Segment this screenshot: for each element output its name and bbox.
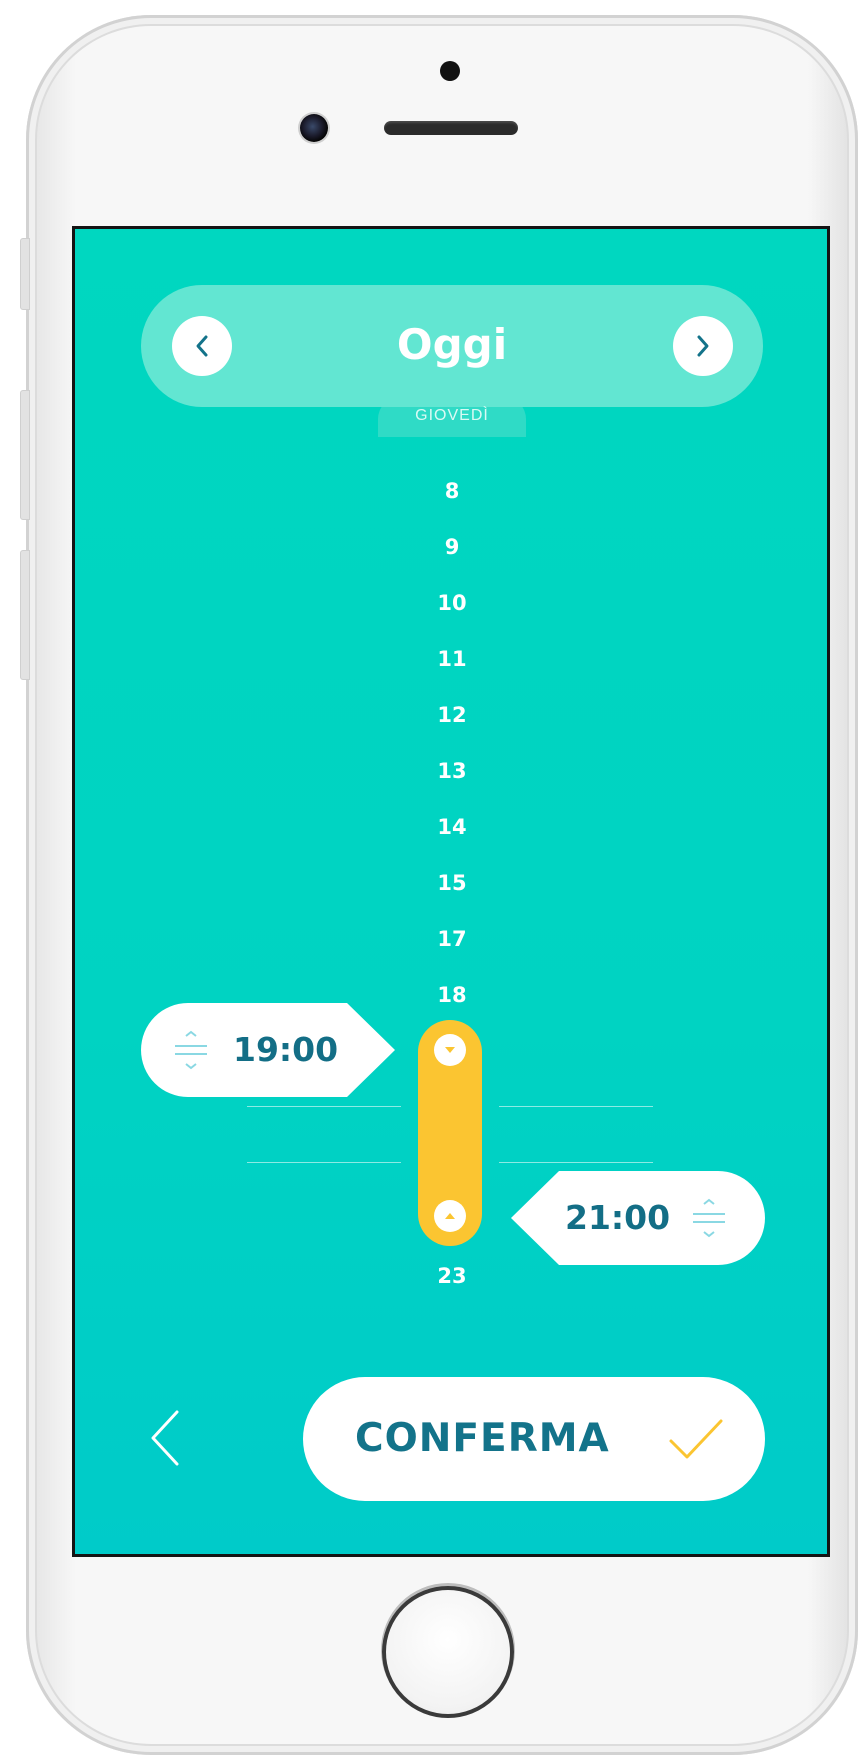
earpiece-speaker [384,121,518,135]
time-range-bar[interactable] [418,1020,482,1246]
checkmark-icon [669,1419,723,1459]
front-camera [300,114,328,142]
hour-label[interactable]: 13 [414,759,490,783]
hour-label[interactable]: 10 [414,591,490,615]
range-start-handle[interactable] [434,1034,466,1066]
volume-up-button [20,390,30,520]
hour-label[interactable]: 12 [414,703,490,727]
hour-label[interactable]: 17 [414,927,490,951]
back-button[interactable] [147,1408,183,1472]
chevron-left-icon [196,335,208,357]
chevron-right-icon [697,335,709,357]
hour-label[interactable]: 18 [414,983,490,1007]
hour-label[interactable]: 23 [414,1264,490,1288]
hour-label[interactable]: 14 [414,815,490,839]
guide-line [499,1162,653,1163]
app-screen: Oggi GIOVEDÌ 8 9 10 11 12 13 14 15 17 18… [72,226,830,1557]
start-time: 19:00 [233,1030,339,1069]
guide-line [499,1106,653,1107]
day-title: Oggi [396,320,508,369]
proximity-sensor [440,61,460,81]
guide-line [247,1162,401,1163]
stepper-icon [175,1030,207,1070]
start-time-tag[interactable]: 19:00 [141,1003,397,1097]
home-button[interactable] [382,1586,514,1718]
volume-down-button [20,550,30,680]
weekday-label: GIOVEDÌ [415,407,489,424]
hour-label[interactable]: 15 [414,871,490,895]
stepper-icon [693,1198,725,1238]
hour-label[interactable]: 8 [414,479,490,503]
previous-day-button[interactable] [172,316,232,376]
hour-label[interactable]: 9 [414,535,490,559]
confirm-label: CONFERMA [355,1416,610,1461]
end-time-tag[interactable]: 21:00 [509,1171,765,1265]
next-day-button[interactable] [673,316,733,376]
end-time: 21:00 [565,1198,671,1237]
mute-switch [20,238,30,310]
confirm-button[interactable]: CONFERMA [303,1377,765,1501]
guide-line [247,1106,401,1107]
range-end-handle[interactable] [434,1200,466,1232]
back-arrow-icon [151,1410,179,1466]
caret-down-icon [445,1047,455,1053]
hour-label[interactable]: 11 [414,647,490,671]
caret-up-icon [445,1213,455,1219]
